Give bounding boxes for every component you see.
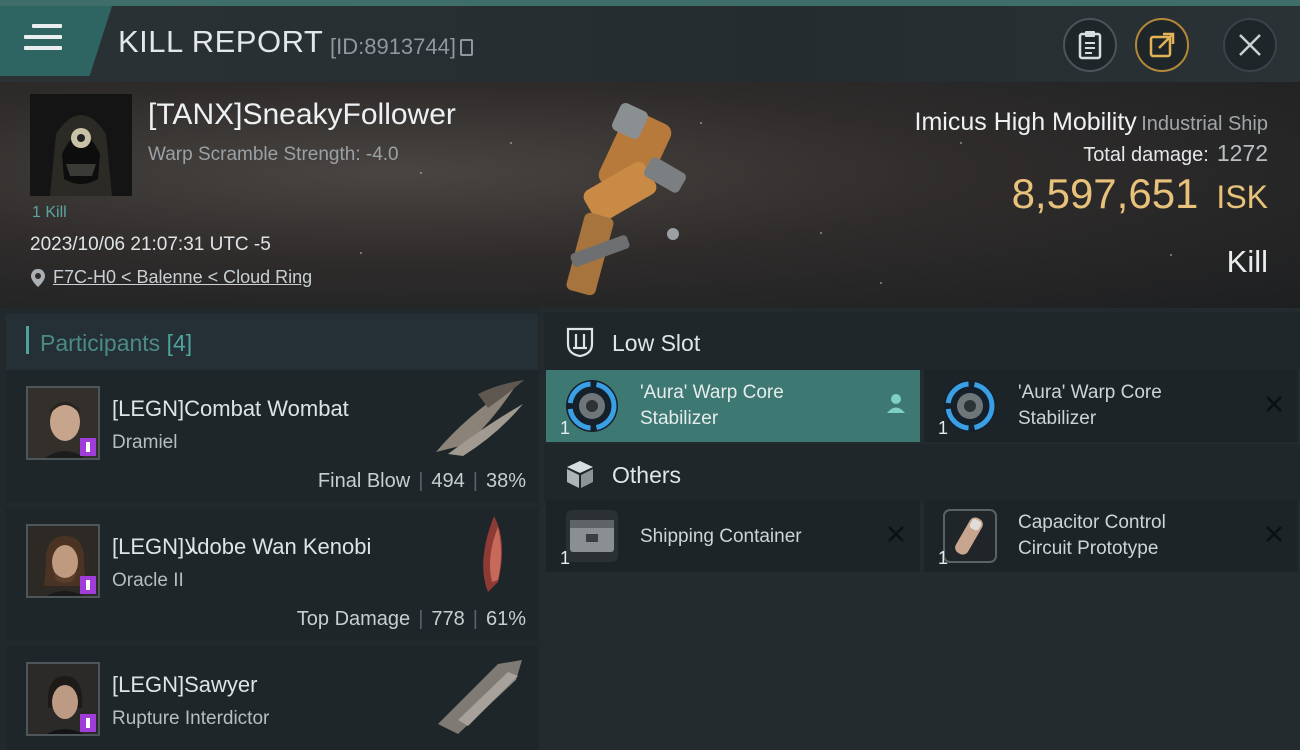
warp-core-stabilizer-icon — [944, 380, 996, 432]
item-quantity: 1 — [938, 548, 949, 568]
kill-datetime: 2023/10/06 21:07:31 UTC -5 — [30, 234, 271, 255]
participant-ship-image — [438, 660, 522, 734]
fittings-panel: Low Slot 1 'Aura' Warp Core Stabilizer 1… — [540, 308, 1300, 750]
item-name-line2: Circuit Prototype — [1018, 538, 1159, 559]
participant-avatar[interactable] — [26, 662, 100, 736]
fitting-item[interactable]: 1 Capacitor Control Circuit Prototype — [924, 500, 1298, 572]
participant-damage: 778 — [431, 608, 465, 630]
participant-row[interactable]: [LEGN]ﻼdobe Wan Kenobi Oracle II Top Dam… — [6, 508, 538, 640]
participants-count: [4] — [166, 330, 193, 356]
pilot-badge-icon — [80, 438, 96, 456]
item-name-line2: Stabilizer — [1018, 408, 1097, 429]
low-slot-label: Low Slot — [612, 330, 701, 356]
destroyed-x-icon — [888, 526, 904, 542]
participants-label: Participants — [40, 330, 161, 356]
share-icon — [1149, 32, 1175, 58]
participant-stats: Final Blow | 494 | 38% — [317, 470, 526, 492]
total-damage-value: 1272 — [1216, 140, 1268, 166]
page-title: KILL REPORT — [118, 24, 324, 59]
pilot-badge-icon — [80, 714, 96, 732]
location-link[interactable]: F7C-H0 < Balenne < Cloud Ring — [53, 267, 312, 288]
total-damage-label: Total damage: — [1083, 144, 1209, 166]
participants-header: Participants [4] — [6, 314, 538, 370]
participants-title: Participants [4] — [40, 330, 192, 357]
participant-role: Top Damage — [296, 608, 411, 630]
low-slot-header: Low Slot — [544, 312, 1300, 370]
kill-summary: [TANX]SneakyFollower Warp Scramble Stren… — [0, 82, 1300, 308]
menu-tab — [0, 6, 112, 76]
participant-row[interactable]: [LEGN]Combat Wombat Dramiel Final Blow | 4… — [6, 370, 538, 502]
fitting-item[interactable]: 1 'Aura' Warp Core Stabilizer — [546, 370, 920, 442]
participant-name: [LEGN]ﻼdobe Wan Kenobi — [112, 534, 372, 559]
isk-unit: ISK — [1216, 179, 1268, 215]
participant-percent: 61% — [485, 608, 526, 630]
victim-name: [TANX]SneakyFollower — [148, 98, 456, 131]
participant-damage: 494 — [431, 470, 465, 492]
report-id: [ID:8913744] — [330, 34, 473, 60]
warp-core-stabilizer-icon — [566, 380, 618, 432]
item-name: Capacitor Control Circuit Prototype — [1018, 510, 1166, 562]
participant-stats: Top Damage | 778 | 61% — [296, 608, 526, 630]
participant-ship: Dramiel — [112, 432, 178, 453]
item-quantity: 1 — [560, 548, 571, 568]
item-name: Shipping Container — [640, 524, 802, 550]
location-pin-icon — [31, 269, 45, 287]
isk-amount: 8,597,651 — [1011, 170, 1199, 217]
participants-panel: Participants [4] [LEGN]Combat Wombat Dra… — [0, 308, 540, 750]
ship-name: Imicus High Mobility — [914, 108, 1137, 136]
capacitor-circuit-icon — [943, 509, 997, 563]
person-icon — [887, 394, 905, 413]
participant-avatar[interactable] — [26, 524, 100, 598]
copy-icon[interactable] — [459, 39, 473, 56]
participant-percent: 38% — [485, 470, 526, 492]
item-name-line1: 'Aura' Warp Core — [640, 382, 784, 403]
item-name: 'Aura' Warp Core Stabilizer — [640, 380, 784, 432]
warp-scramble-strength: Warp Scramble Strength: -4.0 — [148, 144, 399, 165]
low-slot-icon — [566, 327, 594, 358]
kill-count: 1 Kill — [32, 204, 67, 221]
share-button[interactable] — [1135, 18, 1189, 72]
participants-accent-bar — [26, 326, 29, 354]
kill-status: Kill — [1226, 244, 1268, 279]
clipboard-icon — [1078, 31, 1102, 60]
item-quantity: 1 — [938, 418, 949, 438]
participant-ship-image — [483, 516, 503, 592]
header-bar: KILL REPORT [ID:8913744] — [0, 6, 1300, 82]
others-label: Others — [612, 462, 682, 488]
isk-value: 8,597,651 ISK — [1012, 170, 1268, 218]
participant-row[interactable]: [LEGN]Sawyer Rupture Interdictor — [6, 646, 538, 750]
item-name-line1: Capacitor Control — [1018, 512, 1166, 533]
fitting-item[interactable]: 1 'Aura' Warp Core Stabilizer — [924, 370, 1298, 442]
clipboard-button[interactable] — [1063, 18, 1117, 72]
item-name-line1: 'Aura' Warp Core — [1018, 382, 1162, 403]
close-button[interactable] — [1223, 18, 1277, 72]
item-name-line1: Shipping Container — [640, 526, 802, 547]
others-header: Others — [544, 444, 1300, 502]
participant-ship: Rupture Interdictor — [112, 708, 270, 729]
destroyed-x-icon — [1266, 396, 1282, 412]
menu-icon[interactable] — [24, 24, 62, 56]
fitting-item[interactable]: 1 Shipping Container — [546, 500, 920, 572]
ship-class: Industrial Ship — [1141, 113, 1268, 135]
participant-ship: Oracle II — [112, 570, 184, 591]
victim-ship-image — [566, 103, 686, 296]
item-name: 'Aura' Warp Core Stabilizer — [1018, 380, 1162, 432]
item-quantity: 1 — [560, 418, 571, 438]
close-icon — [1239, 34, 1261, 56]
cube-icon — [567, 461, 593, 488]
item-name-line2: Stabilizer — [640, 408, 719, 429]
destroyed-x-icon — [1266, 526, 1282, 542]
participant-role: Final Blow — [317, 470, 411, 492]
total-damage: Total damage: 1272 — [1083, 140, 1268, 167]
participant-name: [LEGN]Sawyer — [112, 672, 258, 697]
victim-ship: Imicus High Mobility Industrial Ship — [915, 108, 1268, 137]
participant-name: [LEGN]Combat Wombat — [112, 396, 349, 421]
pilot-badge-icon — [80, 576, 96, 594]
victim-avatar[interactable] — [30, 94, 132, 196]
participant-ship-image — [436, 380, 524, 456]
report-id-text: [ID:8913744] — [330, 34, 456, 59]
shipping-container-icon — [566, 510, 618, 562]
participant-avatar[interactable] — [26, 386, 100, 460]
